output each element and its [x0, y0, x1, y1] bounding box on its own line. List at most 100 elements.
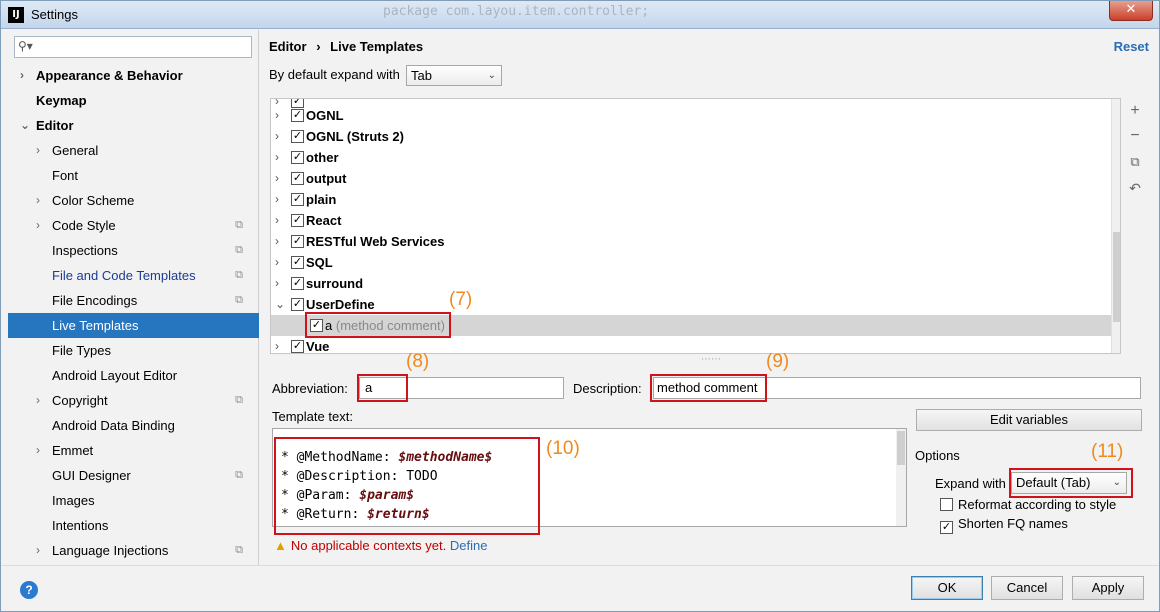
intellij-app-icon: IJ: [8, 7, 24, 23]
annotation-box-template-text: [274, 437, 540, 535]
sidebar-item-file-encodings[interactable]: File Encodings ⧉: [8, 288, 259, 313]
list-item[interactable]: › ✓ OGNL: [271, 105, 1120, 126]
sidebar-item-general[interactable]: › General: [8, 138, 259, 163]
sidebar-item-editor[interactable]: ⌄ Editor: [8, 113, 259, 138]
chevron-right-icon: ›: [275, 213, 279, 227]
restore-icon[interactable]: ↶: [1125, 177, 1145, 199]
reformat-option[interactable]: Reformat according to style: [940, 497, 1116, 512]
annotation-number: (9): [766, 351, 790, 372]
project-scope-icon: ⧉: [235, 394, 243, 406]
sidebar-item-live-templates[interactable]: Live Templates: [8, 313, 259, 338]
group-checkbox[interactable]: ✓: [291, 235, 304, 248]
sidebar-item-appearance[interactable]: › Appearance & Behavior: [8, 63, 259, 88]
reset-link[interactable]: Reset: [1114, 39, 1149, 54]
chevron-right-icon: ›: [275, 150, 279, 164]
sidebar-item-file-types[interactable]: File Types: [8, 338, 259, 363]
annotation-number: (7): [449, 289, 473, 310]
sidebar-item-emmet[interactable]: › Emmet: [8, 438, 259, 463]
apply-button[interactable]: Apply: [1072, 576, 1144, 600]
chevron-right-icon: ›: [36, 393, 40, 407]
ok-button[interactable]: OK: [911, 576, 983, 600]
group-checkbox[interactable]: ✓: [291, 298, 304, 311]
chevron-down-icon: ⌄: [275, 297, 286, 311]
background-editor-code: package com.layou.item.controller;: [383, 4, 650, 19]
chevron-down-icon: ⌄: [487, 70, 496, 81]
sidebar-item-copyright[interactable]: › Copyright ⧉: [8, 388, 259, 413]
edit-variables-button[interactable]: Edit variables: [916, 409, 1142, 431]
default-expand-select[interactable]: Tab ⌄: [406, 65, 502, 86]
group-checkbox[interactable]: ✓: [291, 214, 304, 227]
warning-icon: ▲: [274, 538, 287, 553]
scrollbar-thumb[interactable]: [1113, 232, 1120, 322]
list-item[interactable]: › ✓ output: [271, 168, 1120, 189]
project-scope-icon: ⧉: [235, 544, 243, 556]
group-checkbox[interactable]: ✓: [291, 151, 304, 164]
remove-icon[interactable]: −: [1125, 125, 1145, 147]
group-checkbox[interactable]: ✓: [291, 193, 304, 206]
sidebar-item-keymap[interactable]: Keymap: [8, 88, 259, 113]
sidebar-item-android-layout-editor[interactable]: Android Layout Editor: [8, 363, 259, 388]
project-scope-icon: ⧉: [235, 469, 243, 481]
chevron-right-icon: ›: [275, 276, 279, 290]
project-scope-icon: ⧉: [235, 244, 243, 256]
group-checkbox[interactable]: ✓: [291, 340, 304, 353]
sidebar-item-android-data-binding[interactable]: Android Data Binding: [8, 413, 259, 438]
reformat-checkbox[interactable]: [940, 498, 953, 511]
add-icon[interactable]: +: [1125, 100, 1145, 122]
chevron-right-icon: ›: [20, 68, 24, 82]
options-title: Options: [915, 448, 960, 463]
sidebar-item-font[interactable]: Font: [8, 163, 259, 188]
sidebar-item-language-injections[interactable]: › Language Injections ⧉: [8, 538, 259, 563]
scrollbar-thumb[interactable]: [897, 431, 905, 465]
sidebar-item-color-scheme[interactable]: › Color Scheme: [8, 188, 259, 213]
sidebar-item-code-style[interactable]: › Code Style ⧉: [8, 213, 259, 238]
context-warning: ▲ No applicable contexts yet. Define: [274, 538, 488, 553]
editor-scrollbar[interactable]: [896, 429, 906, 526]
sidebar-item-images[interactable]: Images: [8, 488, 259, 513]
list-item[interactable]: › ✓ other: [271, 147, 1120, 168]
list-item[interactable]: › ✓ React: [271, 210, 1120, 231]
search-input[interactable]: ⚲▾: [14, 36, 252, 58]
chevron-right-icon: ›: [275, 339, 279, 353]
copy-icon[interactable]: ⧉: [1125, 151, 1145, 173]
annotation-box-expand-with: [1009, 468, 1133, 498]
chevron-right-icon: ›: [36, 143, 40, 157]
close-button[interactable]: ✕: [1109, 1, 1153, 21]
project-scope-icon: ⧉: [235, 219, 243, 231]
chevron-right-icon: ›: [275, 192, 279, 206]
close-icon: ✕: [1125, 2, 1137, 17]
chevron-right-icon: ›: [275, 255, 279, 269]
list-item[interactable]: › ✓ surround: [271, 273, 1120, 294]
chevron-right-icon: ›: [36, 543, 40, 557]
list-scrollbar[interactable]: [1111, 99, 1120, 353]
list-item[interactable]: › ✓ OGNL (Struts 2): [271, 126, 1120, 147]
template-text-label: Template text:: [272, 409, 353, 424]
shorten-fq-option[interactable]: ✓ Shorten FQ names: [940, 516, 1068, 534]
group-checkbox[interactable]: ✓: [291, 130, 304, 143]
define-link[interactable]: Define: [450, 538, 488, 553]
default-expand-label: By default expand with: [269, 67, 400, 82]
group-checkbox[interactable]: ✓: [291, 277, 304, 290]
group-checkbox[interactable]: ✓: [291, 172, 304, 185]
annotation-number: (11): [1091, 441, 1124, 462]
chevron-right-icon: ›: [275, 108, 279, 122]
list-item[interactable]: › ✓ plain: [271, 189, 1120, 210]
help-icon[interactable]: ?: [20, 581, 38, 599]
group-checkbox[interactable]: ✓: [291, 109, 304, 122]
chevron-right-icon: ›: [275, 171, 279, 185]
chevron-right-icon: ›: [275, 234, 279, 248]
description-label: Description:: [573, 381, 642, 396]
shorten-fq-checkbox[interactable]: ✓: [940, 521, 953, 534]
sidebar-item-intentions[interactable]: Intentions: [8, 513, 259, 538]
sidebar-item-inspections[interactable]: Inspections ⧉: [8, 238, 259, 263]
cancel-button[interactable]: Cancel: [991, 576, 1063, 600]
list-item[interactable]: › ✓ RESTful Web Services: [271, 231, 1120, 252]
list-item[interactable]: › ✓ Vue: [271, 336, 1120, 353]
sidebar-item-gui-designer[interactable]: GUI Designer ⧉: [8, 463, 259, 488]
list-item[interactable]: › ✓ SQL: [271, 252, 1120, 273]
sidebar-item-file-code-templates[interactable]: File and Code Templates ⧉: [8, 263, 259, 288]
splitter-handle-icon[interactable]: ⋯⋯: [701, 354, 721, 365]
abbreviation-label: Abbreviation:: [272, 381, 348, 396]
group-checkbox[interactable]: ✓: [291, 256, 304, 269]
dialog-footer: ? OK Cancel Apply: [1, 565, 1159, 611]
